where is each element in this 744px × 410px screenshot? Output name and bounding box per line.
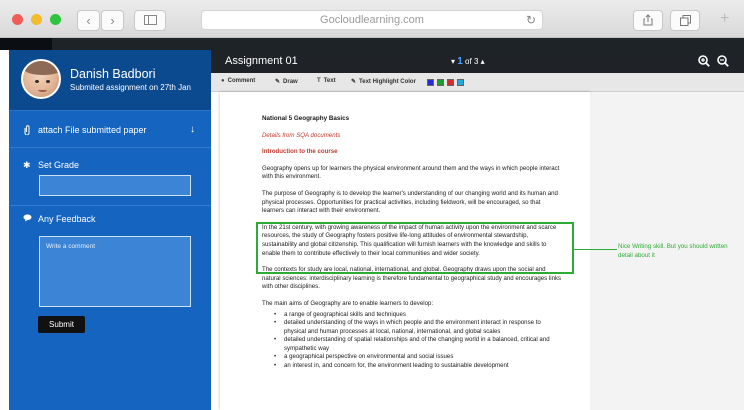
minimize-window-button[interactable] (31, 14, 42, 25)
highlight-tool[interactable]: ✎ Text Highlight Color (351, 78, 416, 85)
reload-icon[interactable]: ↻ (526, 11, 536, 29)
color-swatch-cyan[interactable] (457, 79, 464, 86)
color-swatch-blue[interactable] (427, 79, 434, 86)
url-text: Gocloudlearning.com (320, 14, 424, 26)
speech-bubble-icon (23, 214, 32, 224)
student-name: Danish Badbori (70, 67, 156, 81)
zoom-in-icon[interactable] (698, 55, 710, 70)
attach-file-row[interactable]: attach File submitted paper ↓ (9, 111, 211, 148)
sidebar-toggle-button[interactable] (134, 10, 166, 31)
highlight-icon: ✎ (351, 79, 357, 85)
page-navigator: ▾ 1 of 3 ▴ (451, 56, 485, 67)
feedback-label: Any Feedback (38, 214, 96, 224)
list-item: a range of geographical skills and techn… (274, 311, 562, 320)
app-top-strip-highlight (0, 38, 52, 50)
draw-tool-label: Draw (283, 79, 298, 85)
list-item: detailed understanding of spatial relati… (274, 336, 562, 353)
viewer-header: Assignment 01 ▾ 1 of 3 ▴ (211, 50, 744, 73)
document-title: National 5 Geography Basics (262, 115, 350, 122)
annotation-toolbar: ● Comment ✎ Draw T Text ✎ Text Highlight Col… (211, 73, 744, 92)
comment-icon: ● (221, 78, 225, 84)
maximize-window-button[interactable] (50, 14, 61, 25)
download-arrow-icon[interactable]: ↓ (190, 124, 195, 135)
color-swatch-red[interactable] (447, 79, 454, 86)
feedback-textarea[interactable] (39, 236, 191, 307)
pencil-icon: ✎ (275, 79, 281, 85)
color-swatch-green[interactable] (437, 79, 444, 86)
paperclip-icon (23, 125, 31, 137)
browser-toolbar: ‹ › Gocloudlearning.com ↻ + (0, 0, 744, 38)
next-page-icon[interactable]: ▴ (481, 57, 485, 66)
list-item: an interest in, and concern for, the env… (274, 362, 562, 371)
assignment-title: Assignment 01 (225, 55, 298, 67)
chevron-right-icon: › (110, 13, 115, 28)
document-source: Details from SQA documents (262, 131, 341, 139)
sidebar-icon (143, 15, 157, 25)
back-button[interactable]: ‹ (77, 10, 100, 31)
current-page[interactable]: 1 (457, 56, 463, 67)
show-tabs-button[interactable] (670, 10, 700, 31)
comment-tool[interactable]: ● Comment (221, 78, 255, 84)
zoom-out-icon[interactable] (717, 55, 729, 70)
text-tool[interactable]: T Text (317, 78, 336, 84)
asterisk-icon: ✱ (23, 160, 31, 170)
paragraph: Geography opens up for learners the phys… (262, 164, 560, 181)
student-header: Danish Badbori Submited assignment on 27… (9, 50, 211, 111)
close-window-button[interactable] (12, 14, 23, 25)
submission-status: Submited assignment on 27th Jan (70, 83, 191, 92)
student-sidebar: Danish Badbori Submited assignment on 27… (9, 50, 211, 410)
address-bar[interactable]: Gocloudlearning.com ↻ (201, 10, 543, 30)
draw-tool[interactable]: ✎ Draw (275, 78, 298, 85)
comment-tool-label: Comment (227, 78, 256, 84)
highlight-tool-label: Text Highlight Color (359, 79, 416, 85)
share-button[interactable] (633, 10, 663, 31)
intro-heading: Introduction to the course (262, 148, 338, 156)
previous-page-icon[interactable]: ▾ (451, 57, 455, 66)
annotation-comment[interactable]: Nice Writing skill. But you should writt… (618, 242, 730, 260)
forward-button[interactable]: › (101, 10, 124, 31)
list-item: a geographical perspective on environmen… (274, 353, 562, 362)
tabs-icon (679, 15, 691, 26)
text-tool-label: Text (323, 78, 336, 84)
list-item: detailed understanding of the ways in wh… (274, 319, 562, 336)
aims-list: a range of geographical skills and techn… (262, 311, 562, 371)
page-total: of 3 (465, 57, 479, 66)
plus-icon[interactable]: + (720, 10, 729, 28)
grade-input[interactable] (39, 175, 191, 196)
attach-file-label: attach File submitted paper (38, 125, 147, 135)
avatar (21, 59, 61, 99)
chevron-left-icon: ‹ (86, 13, 91, 28)
submit-button[interactable]: Submit (38, 316, 85, 333)
text-icon: T (317, 78, 321, 84)
paragraph: The purpose of Geography is to develop t… (262, 189, 558, 215)
annotation-connector (574, 249, 617, 250)
app-top-strip (0, 38, 744, 50)
share-icon (643, 14, 653, 26)
annotation-highlight-box[interactable] (256, 222, 574, 274)
paragraph: The main aims of Geography are to enable… (262, 299, 434, 307)
set-grade-label: Set Grade (38, 160, 80, 170)
browser-window: ‹ › Gocloudlearning.com ↻ + Danish Badbo… (0, 0, 744, 410)
